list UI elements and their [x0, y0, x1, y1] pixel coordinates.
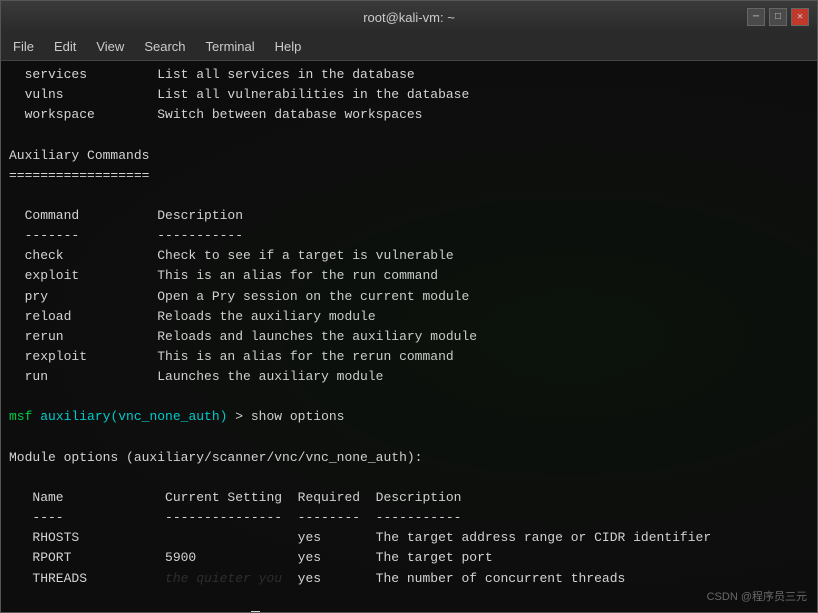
- maximize-button[interactable]: □: [769, 8, 787, 26]
- menu-edit[interactable]: Edit: [46, 37, 84, 56]
- csdn-watermark: CSDN @程序员三元: [707, 588, 807, 604]
- line-blank3: [9, 387, 809, 407]
- window-title: root@kali-vm: ~: [363, 10, 455, 25]
- line-blank6: [9, 589, 809, 609]
- line-table-sep: ---- --------------- -------- ----------…: [9, 508, 809, 528]
- menu-file[interactable]: File: [5, 37, 42, 56]
- line-aux-divider: ==================: [9, 166, 809, 186]
- line-exploit: exploit This is an alias for the run com…: [9, 266, 809, 286]
- menu-view[interactable]: View: [88, 37, 132, 56]
- line-table-header: Name Current Setting Required Descriptio…: [9, 488, 809, 508]
- menu-bar: File Edit View Search Terminal Help: [1, 33, 817, 61]
- line-pry: pry Open a Pry session on the current mo…: [9, 287, 809, 307]
- prompt2-module: (vnc_none_auth): [110, 611, 227, 612]
- terminal-window: root@kali-vm: ~ ─ □ ✕ File Edit View Sea…: [0, 0, 818, 613]
- minimize-button[interactable]: ─: [747, 8, 765, 26]
- terminal-body[interactable]: services List all services in the databa…: [1, 61, 817, 612]
- line-run: run Launches the auxiliary module: [9, 367, 809, 387]
- line-col-sep: ------- -----------: [9, 226, 809, 246]
- line-rerun: rerun Reloads and launches the auxiliary…: [9, 327, 809, 347]
- line-blank5: [9, 468, 809, 488]
- line-blank2: [9, 186, 809, 206]
- prompt2-auxiliary: auxiliary: [40, 611, 110, 612]
- line-rhosts: RHOSTS yes The target address range or C…: [9, 528, 809, 548]
- prompt2-arrow: >: [227, 611, 250, 612]
- terminal-cursor: [251, 611, 260, 612]
- prompt-arrow: > show options: [227, 409, 344, 424]
- prompt2-msf: msf: [9, 611, 32, 612]
- line-module-options: Module options (auxiliary/scanner/vnc/vn…: [9, 448, 809, 468]
- watermark-overlay: the quieter you: [165, 571, 282, 586]
- line-blank4: [9, 428, 809, 448]
- line-rport: RPORT 5900 yes The target port: [9, 548, 809, 568]
- line-aux-heading: Auxiliary Commands: [9, 146, 809, 166]
- line-check: check Check to see if a target is vulner…: [9, 246, 809, 266]
- line-prompt1: msf auxiliary(vnc_none_auth) > show opti…: [9, 407, 809, 427]
- menu-search[interactable]: Search: [136, 37, 193, 56]
- prompt-module: (vnc_none_auth): [110, 409, 227, 424]
- title-bar: root@kali-vm: ~ ─ □ ✕: [1, 1, 817, 33]
- line-services: services List all services in the databa…: [9, 65, 809, 85]
- line-reload: reload Reloads the auxiliary module: [9, 307, 809, 327]
- close-button[interactable]: ✕: [791, 8, 809, 26]
- line-workspace: workspace Switch between database worksp…: [9, 105, 809, 125]
- menu-terminal[interactable]: Terminal: [198, 37, 263, 56]
- line-rexploit: rexploit This is an alias for the rerun …: [9, 347, 809, 367]
- line-prompt2: msf auxiliary(vnc_none_auth) >: [9, 609, 809, 612]
- line-vulns: vulns List all vulnerabilities in the da…: [9, 85, 809, 105]
- line-col-header: Command Description: [9, 206, 809, 226]
- window-controls: ─ □ ✕: [747, 8, 809, 26]
- prompt-auxiliary: auxiliary: [40, 409, 110, 424]
- line-threads: THREADS the quieter you yes The number o…: [9, 569, 809, 589]
- line-blank1: [9, 125, 809, 145]
- prompt-msf: msf: [9, 409, 32, 424]
- menu-help[interactable]: Help: [267, 37, 310, 56]
